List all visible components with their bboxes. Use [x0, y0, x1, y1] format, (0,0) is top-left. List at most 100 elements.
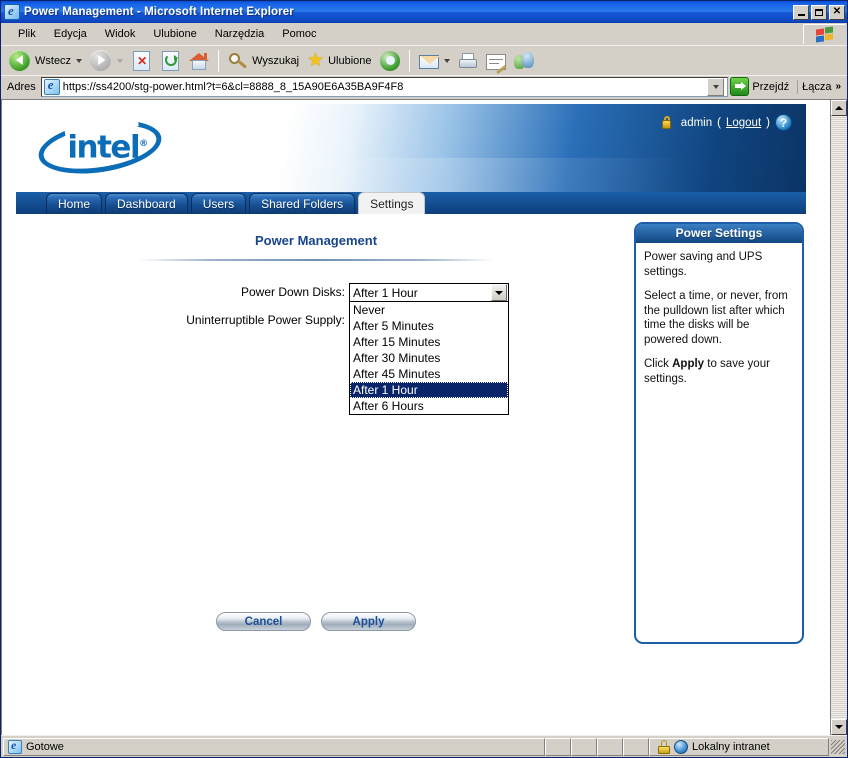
window-controls: ✕ [793, 4, 845, 20]
menu-item-widok[interactable]: Widok [96, 25, 145, 43]
help-paragraph-1: Power saving and UPS settings. [644, 251, 763, 278]
search-button-label: Wyszukaj [252, 54, 300, 67]
settings-form: Power Management Power Down Disks: After… [16, 214, 616, 415]
internet-explorer-icon [4, 3, 20, 20]
back-arrow-icon [9, 49, 30, 71]
edit-page-icon [485, 54, 507, 75]
option-after-5-minutes[interactable]: After 5 Minutes [350, 318, 508, 334]
mail-button[interactable] [415, 48, 454, 74]
option-after-30-minutes[interactable]: After 30 Minutes [350, 350, 508, 366]
security-zone-panel[interactable]: Lokalny intranet [649, 737, 829, 756]
menu-item-narzedzia[interactable]: Narzędzia [206, 25, 274, 43]
tab-dashboard[interactable]: Dashboard [105, 193, 188, 214]
maximize-button[interactable] [811, 4, 827, 20]
option-after-1-hour[interactable]: After 1 Hour [350, 382, 508, 398]
help-p3-pre: Click [644, 358, 673, 370]
back-button-label: Wstecz [35, 54, 72, 67]
page-viewport: intel® ss4200 admin (Logout) ? [1, 99, 847, 735]
vertical-scrollbar[interactable] [830, 100, 847, 735]
messenger-button[interactable] [510, 48, 538, 74]
media-button[interactable] [376, 48, 404, 74]
forward-arrow-icon [90, 49, 112, 71]
forward-button[interactable] [86, 48, 127, 74]
apply-button[interactable]: Apply [321, 612, 416, 631]
ups-row: Uninterruptible Power Supply: [16, 311, 616, 329]
help-icon[interactable]: ? [775, 114, 792, 131]
minimize-button[interactable] [793, 4, 809, 20]
menu-item-ulubione[interactable]: Ulubione [144, 25, 205, 43]
admin-session-area: admin (Logout) ? [661, 114, 792, 131]
minimize-icon [797, 14, 805, 16]
title-bar: Power Management - Microsoft Internet Ex… [1, 1, 847, 23]
address-input[interactable]: https://ss4200/stg-power.html?t=6&cl=888… [40, 76, 729, 97]
address-label: Adres [7, 80, 36, 93]
scroll-up-button[interactable] [831, 100, 847, 116]
menu-item-edycja[interactable]: Edycja [45, 25, 96, 43]
content-area: Power Management Power Down Disks: After… [16, 214, 806, 735]
status-message-panel: Gotowe [3, 737, 545, 756]
links-button[interactable]: Łącza » [797, 79, 845, 94]
navigation-toolbar: Wstecz ✕ Wyszukaj ★ Ulubione [1, 45, 847, 75]
logout-paren-close: ) [766, 116, 770, 129]
maximize-icon [815, 8, 823, 16]
tab-shared-folders[interactable]: Shared Folders [249, 193, 356, 214]
favorites-button-label: Ulubione [328, 54, 372, 67]
tab-users[interactable]: Users [190, 193, 247, 214]
printer-icon [458, 52, 478, 71]
address-dropdown-button[interactable] [707, 77, 725, 96]
status-page-icon [8, 738, 22, 754]
refresh-button[interactable] [156, 48, 185, 74]
toolbar-separator-2 [408, 49, 410, 72]
menu-bar: Plik Edycja Widok Ulubione Narzędzia Pom… [1, 23, 847, 45]
tab-home[interactable]: Home [46, 193, 103, 214]
favorites-button[interactable]: ★ Ulubione [303, 48, 375, 74]
intel-wordmark: intel® [67, 129, 148, 166]
scroll-down-button[interactable] [831, 719, 847, 735]
search-button[interactable]: Wyszukaj [224, 48, 303, 74]
title-divider [138, 259, 494, 261]
refresh-icon [162, 50, 180, 71]
help-paragraph-3: Click Apply to save your settings. [644, 357, 794, 386]
intel-logo: intel® [34, 110, 166, 182]
edit-button[interactable] [482, 48, 510, 75]
option-after-6-hours[interactable]: After 6 Hours [350, 398, 508, 414]
menu-item-pomoc[interactable]: Pomoc [273, 25, 325, 43]
scrollbar-track[interactable] [831, 116, 847, 719]
print-button[interactable] [454, 48, 482, 74]
stop-button[interactable]: ✕ [127, 48, 156, 74]
main-tab-bar: Home Dashboard Users Shared Folders Sett… [16, 192, 806, 214]
option-after-45-minutes[interactable]: After 45 Minutes [350, 366, 508, 382]
ups-label: Uninterruptible Power Supply: [186, 313, 345, 327]
help-panel-body: Power saving and UPS settings. Select a … [636, 243, 802, 403]
option-after-15-minutes[interactable]: After 15 Minutes [350, 334, 508, 350]
go-button[interactable]: Przejdź [728, 76, 794, 97]
help-panel-title: Power Settings [636, 224, 802, 243]
resize-grip[interactable] [831, 739, 845, 754]
logout-link[interactable]: Logout [726, 117, 761, 129]
power-down-disks-select[interactable]: After 1 Hour [349, 283, 509, 302]
links-label: Łącza [802, 80, 832, 93]
mail-chevron-icon[interactable] [443, 58, 450, 63]
chevron-down-icon [835, 725, 843, 729]
chevron-down-icon[interactable] [491, 284, 507, 301]
windows-logo-button[interactable] [803, 24, 845, 44]
power-down-disks-options-list[interactable]: Never After 5 Minutes After 15 Minutes A… [349, 302, 509, 415]
back-button[interactable]: Wstecz [5, 48, 86, 74]
close-button[interactable]: ✕ [829, 4, 845, 20]
mail-icon [418, 55, 440, 69]
cancel-button[interactable]: Cancel [216, 612, 311, 631]
home-button[interactable] [185, 48, 213, 74]
status-bar: Gotowe Lokalny intranet [1, 735, 847, 757]
status-spacer-3 [597, 737, 623, 756]
page-icon [43, 77, 60, 95]
menu-item-plik[interactable]: Plik [9, 25, 45, 43]
lock-icon [658, 739, 670, 754]
tab-settings[interactable]: Settings [358, 192, 426, 214]
forward-history-chevron-icon[interactable] [117, 58, 124, 63]
back-history-chevron-icon[interactable] [76, 58, 83, 63]
menu-items: Plik Edycja Widok Ulubione Narzędzia Pom… [1, 25, 326, 43]
key-icon [661, 115, 676, 130]
stop-icon: ✕ [133, 50, 151, 71]
help-paragraph-2: Select a time, or never, from the pulldo… [644, 290, 788, 346]
option-never[interactable]: Never [350, 302, 508, 318]
